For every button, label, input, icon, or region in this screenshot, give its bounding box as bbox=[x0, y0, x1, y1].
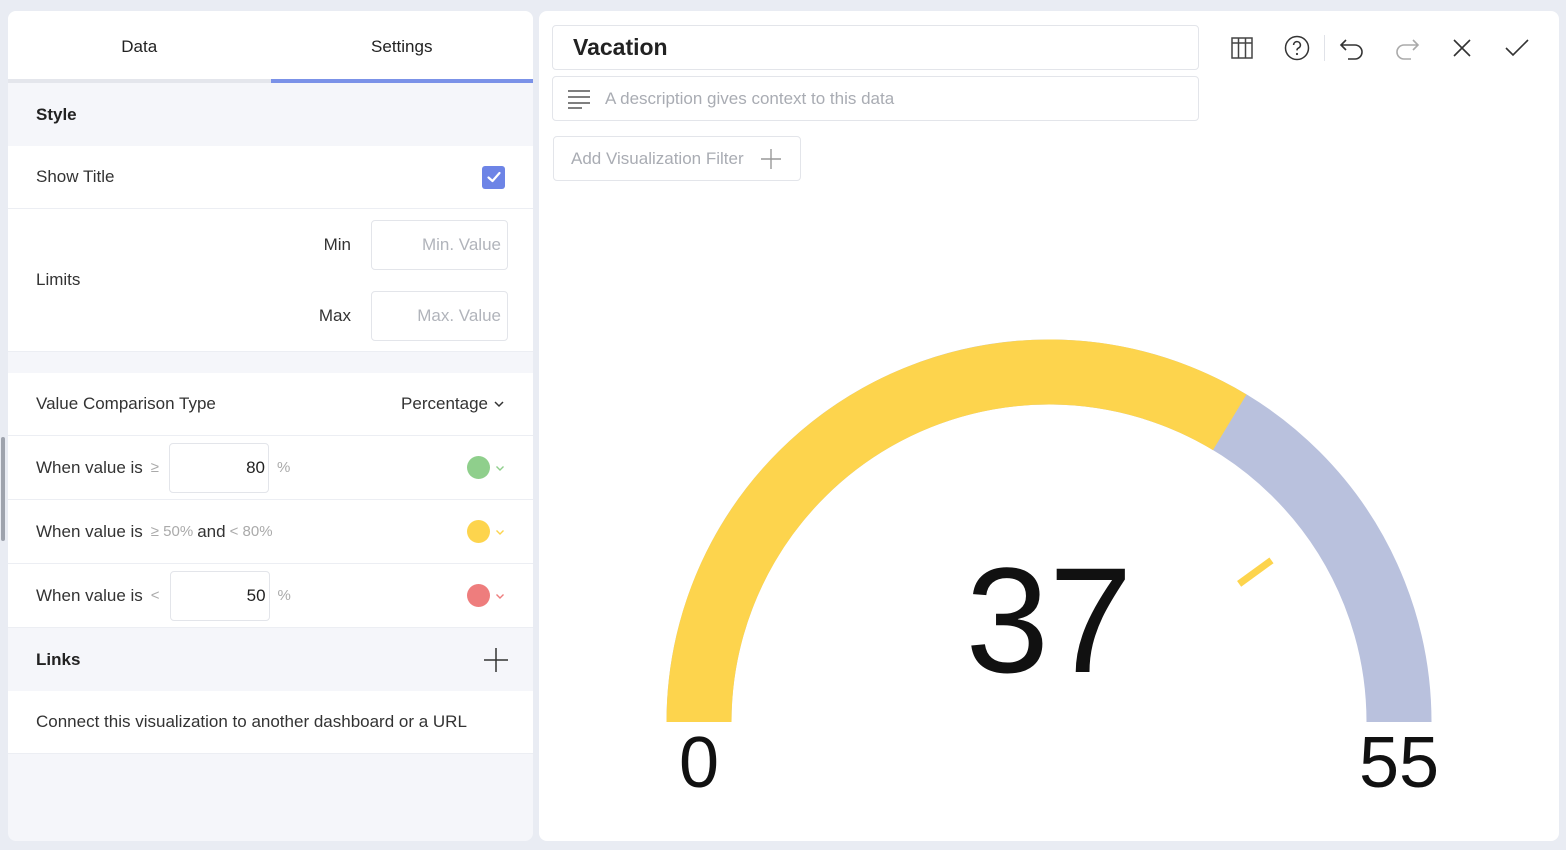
editor-toolbar bbox=[1225, 31, 1534, 65]
value-comparison-value: Percentage bbox=[401, 394, 488, 413]
check-icon bbox=[1505, 39, 1529, 57]
rule-row-mid: When value is ≥ 50% and < 80% bbox=[8, 500, 533, 564]
tab-data[interactable]: Data bbox=[8, 11, 271, 83]
chevron-down-icon bbox=[496, 529, 504, 535]
rule-and: and bbox=[197, 521, 226, 541]
links-section-heading: Links bbox=[8, 628, 533, 691]
rule-low-color-picker[interactable] bbox=[467, 584, 505, 607]
show-title-row: Show Title bbox=[8, 146, 533, 209]
help-button[interactable] bbox=[1280, 31, 1314, 65]
rule-mid-color-picker[interactable] bbox=[467, 520, 505, 543]
add-link-button[interactable] bbox=[479, 643, 513, 677]
min-value-input[interactable] bbox=[371, 219, 508, 270]
rule-high-threshold-input[interactable] bbox=[169, 442, 270, 493]
plus-icon bbox=[484, 647, 508, 672]
gauge-value-arc bbox=[666, 339, 1247, 723]
min-label: Min bbox=[323, 234, 351, 254]
confirm-button[interactable] bbox=[1500, 31, 1534, 65]
chevron-down-icon bbox=[494, 401, 504, 408]
help-icon bbox=[1284, 35, 1310, 61]
redo-icon bbox=[1396, 39, 1420, 60]
value-comparison-row: Value Comparison Type Percentage bbox=[8, 373, 533, 436]
gauge-target-marker bbox=[1237, 557, 1274, 587]
rule-unit: % bbox=[277, 459, 291, 476]
undo-icon bbox=[1339, 39, 1363, 60]
rule-operator: ≥ bbox=[150, 459, 160, 476]
table-icon bbox=[1231, 37, 1253, 59]
rule-low-bound: ≥ 50% bbox=[150, 523, 194, 540]
gauge-max-label: 55 bbox=[1359, 723, 1439, 803]
rule-high-bound: < 80% bbox=[229, 523, 273, 540]
max-value-input[interactable] bbox=[371, 290, 508, 341]
toolbar-separator bbox=[1324, 35, 1325, 61]
rule-low-threshold-input[interactable] bbox=[169, 570, 270, 621]
tab-settings[interactable]: Settings bbox=[270, 11, 534, 83]
value-comparison-label: Value Comparison Type bbox=[36, 394, 216, 413]
settings-panel: Data Settings Style Show Title Limits Mi… bbox=[8, 11, 533, 841]
value-comparison-dropdown[interactable]: Percentage bbox=[401, 394, 505, 414]
section-gap bbox=[8, 352, 533, 373]
gauge-value: 37 bbox=[966, 536, 1133, 704]
chevron-down-icon bbox=[496, 593, 504, 599]
color-swatch bbox=[467, 520, 490, 543]
close-icon bbox=[1453, 39, 1471, 57]
color-swatch bbox=[467, 584, 490, 607]
panel-tabs: Data Settings bbox=[8, 11, 533, 83]
checkmark-icon bbox=[486, 171, 501, 183]
plus-icon bbox=[760, 148, 781, 169]
limits-label: Limits bbox=[36, 270, 81, 289]
show-title-label: Show Title bbox=[36, 167, 115, 186]
description-placeholder: A description gives context to this data bbox=[605, 88, 895, 108]
visualization-title-input[interactable]: Vacation bbox=[552, 25, 1199, 70]
rule-row-high: When value is ≥ % bbox=[8, 436, 533, 500]
gauge-track bbox=[666, 339, 1432, 723]
rule-row-low: When value is < % bbox=[8, 564, 533, 628]
chevron-down-icon bbox=[496, 465, 504, 471]
links-heading: Links bbox=[36, 649, 81, 669]
rule-label: When value is bbox=[36, 585, 143, 605]
visualization-editor: Vacation A description gives context to … bbox=[539, 11, 1559, 841]
undo-button[interactable] bbox=[1335, 31, 1369, 65]
rule-unit: % bbox=[277, 587, 291, 604]
text-lines-icon bbox=[568, 89, 590, 109]
rule-operator: < bbox=[150, 587, 160, 604]
show-title-checkbox[interactable] bbox=[482, 165, 505, 189]
settings-scrollbar[interactable] bbox=[1, 437, 5, 541]
limits-row: Limits Min Max bbox=[8, 209, 533, 352]
redo-button[interactable] bbox=[1390, 31, 1424, 65]
close-button[interactable] bbox=[1445, 31, 1479, 65]
add-filter-label: Add Visualization Filter bbox=[571, 148, 744, 168]
gauge-min-label: 0 bbox=[679, 723, 719, 803]
color-swatch bbox=[467, 456, 490, 479]
add-visualization-filter-button[interactable]: Add Visualization Filter bbox=[553, 136, 801, 181]
rule-high-color-picker[interactable] bbox=[467, 456, 505, 479]
links-description: Connect this visualization to another da… bbox=[8, 691, 533, 754]
description-input[interactable]: A description gives context to this data bbox=[552, 76, 1199, 121]
max-label: Max bbox=[318, 305, 351, 325]
table-view-button[interactable] bbox=[1225, 31, 1259, 65]
rule-label: When value is bbox=[36, 457, 143, 477]
style-section-heading: Style bbox=[8, 83, 533, 146]
rule-label: When value is bbox=[36, 521, 143, 541]
